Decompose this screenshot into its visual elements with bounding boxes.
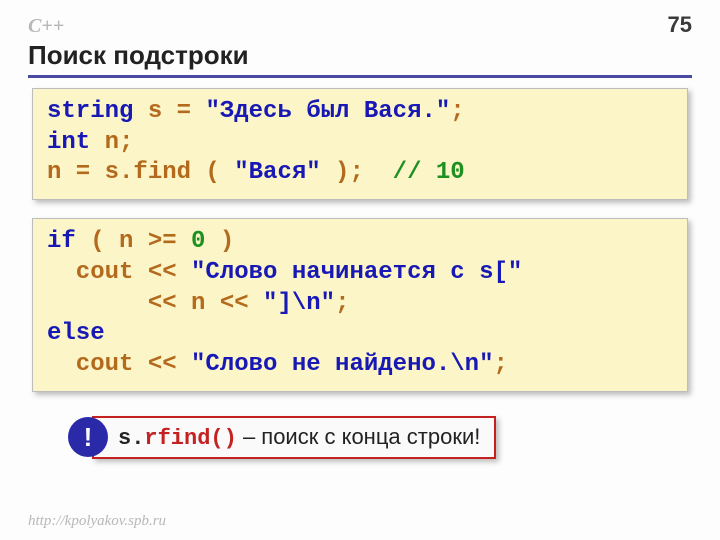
- tip-text: – поиск с конца строки!: [237, 424, 481, 449]
- language-label: C++: [28, 15, 64, 38]
- code-line: cout << "Слово начинается с s[": [47, 258, 673, 289]
- code-line: cout << "Слово не найдено.\n";: [47, 350, 673, 381]
- code-line: if ( n >= 0 ): [47, 227, 673, 258]
- slide-title: Поиск подстроки: [28, 40, 692, 78]
- tip-code-prefix: s.: [118, 426, 144, 451]
- tip-box: s.rfind() – поиск с конца строки!: [92, 416, 496, 459]
- code-line: n = s.find ( "Вася" ); // 10: [47, 158, 673, 189]
- code-line: else: [47, 319, 673, 350]
- tip-callout: ! s.rfind() – поиск с конца строки!: [68, 416, 692, 459]
- code-line: << n << "]\n";: [47, 289, 673, 320]
- tip-code-fn: rfind(): [144, 426, 236, 451]
- code-block-1: string s = "Здесь был Вася."; int n; n =…: [32, 88, 688, 200]
- code-line: string s = "Здесь был Вася.";: [47, 97, 673, 128]
- code-line: int n;: [47, 128, 673, 159]
- exclamation-icon: !: [68, 417, 108, 457]
- header-bar: C++ 75: [28, 12, 692, 38]
- code-block-2: if ( n >= 0 ) cout << "Слово начинается …: [32, 218, 688, 392]
- page-number: 75: [668, 12, 692, 38]
- footer-link: http://kpolyakov.spb.ru: [28, 513, 166, 530]
